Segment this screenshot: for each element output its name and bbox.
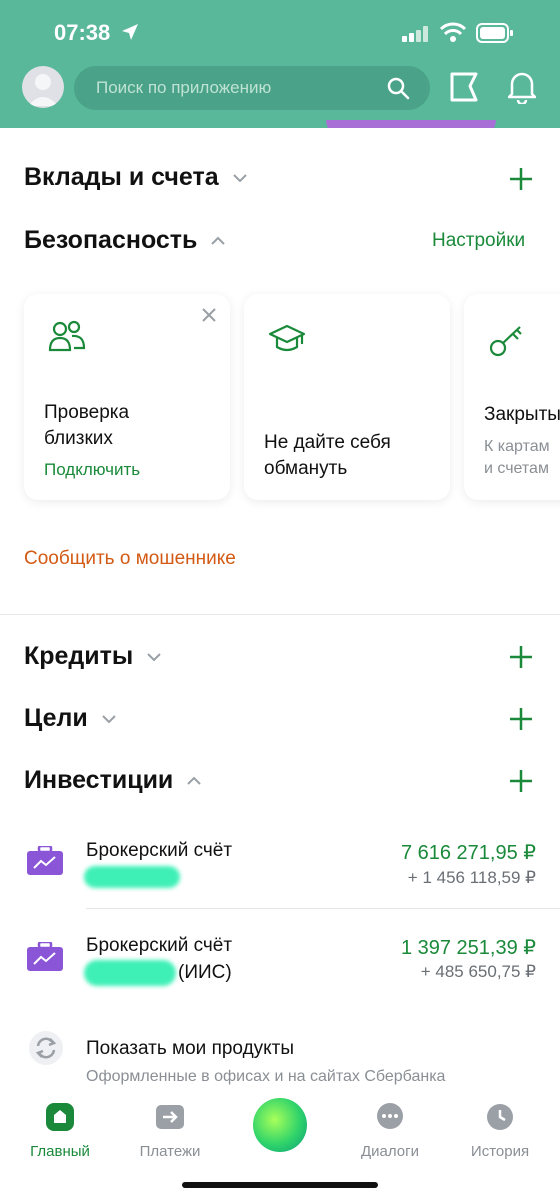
section-investments[interactable]: Инвестиции xyxy=(24,766,202,795)
tab-home[interactable]: Главный xyxy=(10,1102,110,1160)
clock-icon xyxy=(487,1104,513,1130)
show-products-subtitle: Оформленные в офисах и на сайтах Сбербан… xyxy=(86,1068,446,1085)
card-title-line1: Не дайте себя xyxy=(264,432,391,453)
search-bar[interactable]: Поиск по приложению xyxy=(74,66,430,110)
section-deposits[interactable]: Вклады и счета xyxy=(24,163,248,192)
security-card-closed[interactable]: Закрыты К картам и счетам xyxy=(464,294,560,500)
tab-label: Главный xyxy=(30,1143,90,1160)
card-title-line1: Проверка xyxy=(44,402,130,423)
search-icon[interactable] xyxy=(386,76,410,100)
app-header: 07:38 Поиск по приложению xyxy=(0,0,560,136)
tab-label: Диалоги xyxy=(361,1143,419,1160)
refresh-icon xyxy=(29,1031,63,1065)
row-divider xyxy=(86,908,560,909)
redacted-mark xyxy=(84,866,180,888)
chevron-up-icon xyxy=(187,776,201,786)
add-goal-button[interactable] xyxy=(508,706,534,732)
home-indicator xyxy=(182,1182,378,1188)
security-settings-link[interactable]: Настройки xyxy=(432,230,525,252)
security-card-check-relatives[interactable]: Проверка близких Подключить xyxy=(24,294,230,500)
people-icon xyxy=(48,320,86,352)
security-card-dont-be-fooled[interactable]: Не дайте себя обмануть xyxy=(244,294,450,500)
connect-link[interactable]: Подключить xyxy=(44,460,140,480)
key-icon xyxy=(489,326,522,357)
chevron-down-icon xyxy=(232,174,247,183)
section-investments-title: Инвестиции xyxy=(24,766,174,794)
add-investment-button[interactable] xyxy=(508,768,534,794)
status-bar: 07:38 xyxy=(0,20,560,50)
briefcase-icon xyxy=(27,846,63,875)
section-goals[interactable]: Цели xyxy=(24,704,117,733)
report-fraud-link[interactable]: Сообщить о мошеннике xyxy=(24,548,236,570)
section-deposits-title: Вклады и счета xyxy=(24,163,219,191)
section-goals-title: Цели xyxy=(24,704,88,732)
add-credit-button[interactable] xyxy=(508,644,534,670)
investment-name: Брокерский счёт xyxy=(86,840,233,861)
chevron-up-icon xyxy=(211,236,226,246)
redacted-mark xyxy=(84,960,176,986)
chat-icon xyxy=(377,1103,403,1129)
avatar[interactable] xyxy=(22,66,64,108)
payments-icon xyxy=(156,1105,184,1129)
status-time: 07:38 xyxy=(54,20,111,45)
tab-dialogs[interactable]: Диалоги xyxy=(340,1102,440,1160)
divider xyxy=(0,614,560,615)
tab-history[interactable]: История xyxy=(450,1102,550,1160)
section-security[interactable]: Безопасность xyxy=(24,226,226,255)
cellular-signal-icon xyxy=(402,26,428,42)
location-arrow-icon xyxy=(122,24,138,40)
close-icon[interactable] xyxy=(202,308,216,322)
home-icon xyxy=(46,1103,74,1131)
tab-bar: Главный Платежи Диалоги История xyxy=(0,1090,560,1200)
card-title-line2: обмануть xyxy=(264,458,348,479)
assistant-button[interactable] xyxy=(253,1098,307,1152)
card-sub-line1: К картам xyxy=(484,438,550,455)
section-credits-title: Кредиты xyxy=(24,642,134,670)
card-title-line2: близких xyxy=(44,428,113,449)
investment-amount: 7 616 271,95 ₽ xyxy=(400,842,536,864)
tab-label: Платежи xyxy=(139,1143,201,1160)
tab-payments[interactable]: Платежи xyxy=(120,1102,220,1160)
section-credits[interactable]: Кредиты xyxy=(24,642,162,671)
investment-name: Брокерский счёт xyxy=(86,935,233,956)
card-sub-line2: и счетам xyxy=(484,460,549,477)
search-input[interactable]: Поиск по приложению xyxy=(96,78,271,98)
bell-icon[interactable] xyxy=(508,70,536,104)
investment-delta: + 485 650,75 ₽ xyxy=(420,962,536,981)
briefcase-icon xyxy=(27,942,63,971)
investment-amount: 1 397 251,39 ₽ xyxy=(400,937,536,959)
add-deposit-button[interactable] xyxy=(508,166,534,192)
user-silhouette-icon xyxy=(28,74,58,106)
section-security-title: Безопасность xyxy=(24,226,198,254)
graduation-cap-icon xyxy=(268,324,306,352)
flag-icon[interactable] xyxy=(448,70,480,104)
show-products-button[interactable]: Показать мои продукты xyxy=(86,1038,294,1060)
wifi-icon xyxy=(440,22,466,42)
investment-sub: (ИИС) xyxy=(178,962,232,983)
battery-icon xyxy=(476,23,513,43)
card-title: Закрыты xyxy=(484,404,560,425)
investment-delta: + 1 456 118,59 ₽ xyxy=(407,868,536,887)
chevron-down-icon xyxy=(147,653,161,662)
chevron-down-icon xyxy=(101,715,116,724)
tab-label: История xyxy=(470,1143,530,1160)
